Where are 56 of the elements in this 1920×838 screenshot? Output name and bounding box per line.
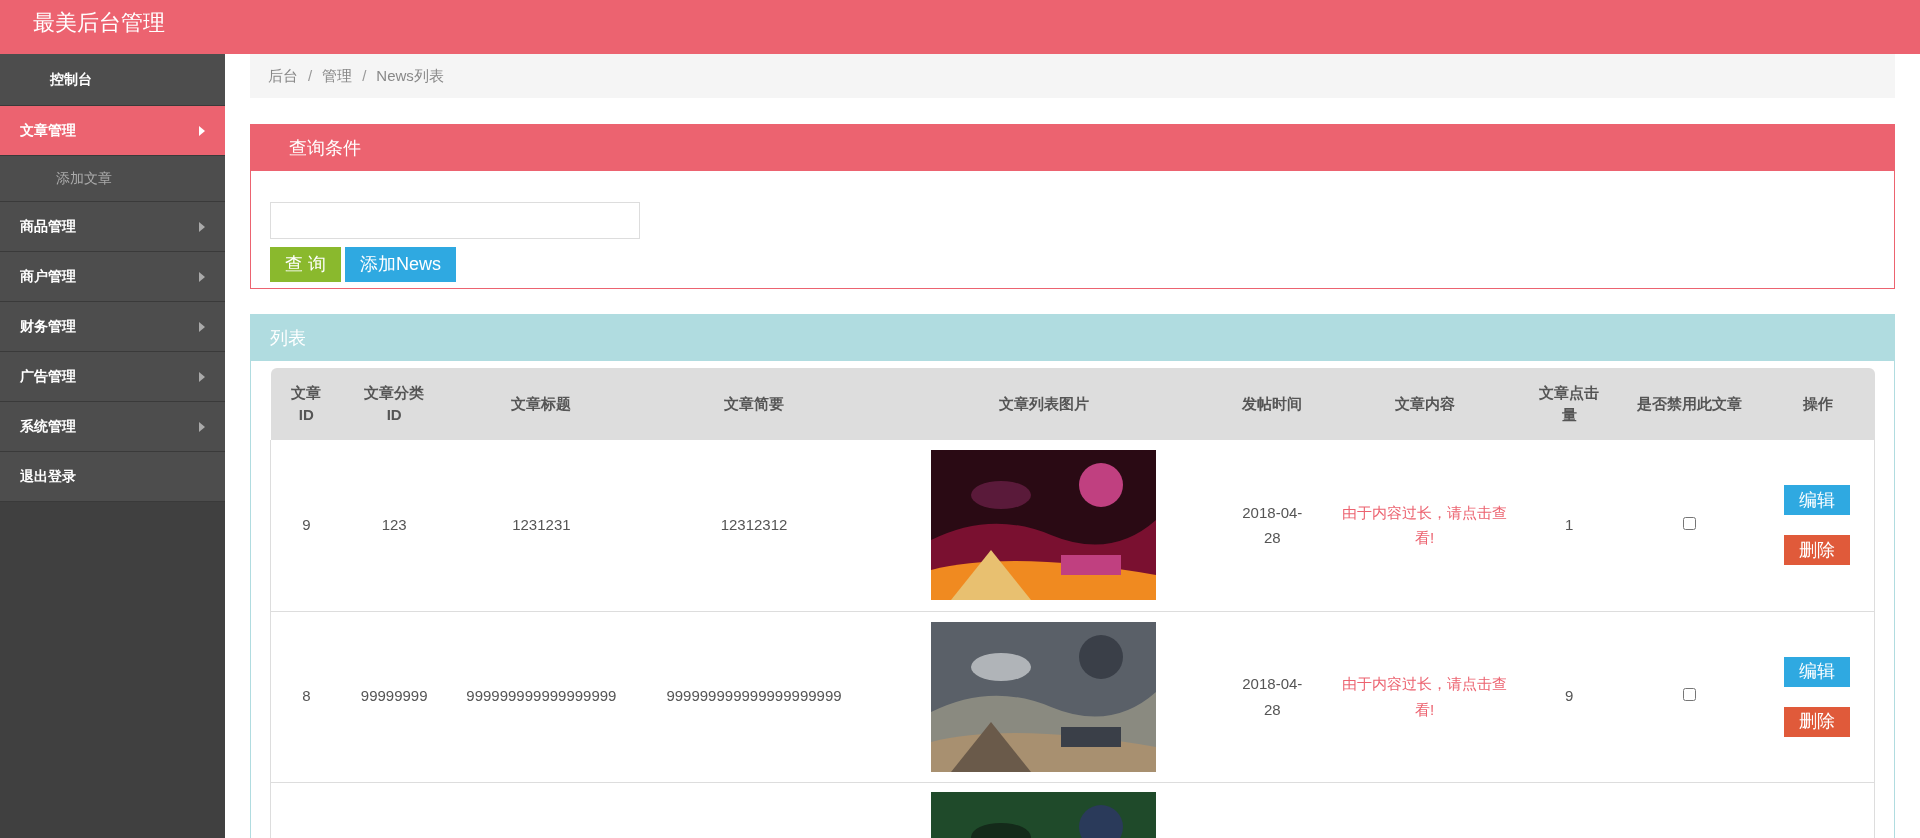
- sidebar-item[interactable]: 广告管理: [0, 352, 225, 402]
- column-header: 文章ID: [290, 382, 323, 425]
- table-cell: 1231231: [512, 516, 571, 533]
- app-title: 最美后台管理: [33, 10, 165, 35]
- column-header: 文章分类ID: [363, 382, 426, 425]
- separator-text: /: [308, 65, 313, 86]
- caret-icon: [199, 321, 205, 332]
- content-link[interactable]: 由于内容过长，请点击查看!: [1334, 499, 1515, 551]
- sidebar-item[interactable]: 系统管理: [0, 402, 225, 452]
- table-cell: 123: [381, 516, 407, 533]
- table-cell: 8: [302, 687, 311, 705]
- breadcrumb-current: News列表: [376, 65, 444, 86]
- checkbox[interactable]: [1682, 688, 1696, 702]
- sidebar-item[interactable]: 退出登录: [0, 452, 225, 502]
- breadcrumb-link[interactable]: 管理: [322, 64, 353, 88]
- search-button[interactable]: 查 询: [270, 247, 341, 282]
- caret-icon: [199, 421, 205, 432]
- breadcrumb-link[interactable]: 后台: [268, 64, 298, 88]
- search-field[interactable]: [270, 202, 640, 239]
- edit-button[interactable]: 编辑: [1784, 656, 1851, 687]
- add-button[interactable]: 添加News: [345, 247, 457, 282]
- sidebar-item[interactable]: 商户管理: [0, 252, 225, 302]
- caret-icon: [199, 221, 205, 232]
- column-header: 文章点击量: [1538, 382, 1601, 425]
- caret-icon: [199, 125, 205, 136]
- panel-title: 查询条件: [289, 136, 361, 160]
- panel-title: 列表: [270, 326, 306, 350]
- table-cell-text: 2018-04-28: [1241, 674, 1304, 720]
- sidebar-item[interactable]: 添加文章: [0, 156, 225, 202]
- delete-button[interactable]: 删除: [1784, 535, 1851, 566]
- sidebar-item[interactable]: 控制台: [0, 54, 225, 106]
- caret-icon: [199, 371, 205, 382]
- caret-icon: [199, 271, 205, 282]
- content-link[interactable]: 由于内容过长，请点击查看!: [1334, 671, 1515, 722]
- table-cell: 999999999999999999999: [666, 687, 842, 705]
- column-header: 操作: [1802, 393, 1833, 414]
- column-header: 发帖时间: [1242, 393, 1303, 414]
- sidebar-item[interactable]: 商品管理: [0, 202, 225, 252]
- separator-text: /: [362, 65, 367, 86]
- table-cell: 999999999999999999: [466, 687, 617, 705]
- column-header: 文章标题: [511, 393, 572, 414]
- table-cell: 9: [302, 516, 311, 533]
- column-header: 文章列表图片: [998, 393, 1089, 414]
- column-header: 文章简要: [724, 393, 784, 414]
- sidebar-item[interactable]: 文章管理: [0, 106, 225, 156]
- table-cell: 99999999: [360, 687, 428, 705]
- table-cell: 1: [1565, 516, 1574, 533]
- column-header: 文章内容: [1394, 393, 1455, 414]
- checkbox[interactable]: [1682, 517, 1696, 530]
- column-header: 是否禁用此文章: [1636, 393, 1742, 414]
- sidebar-item[interactable]: 财务管理: [0, 302, 225, 352]
- delete-button[interactable]: 删除: [1784, 706, 1851, 737]
- table-cell: 9: [1565, 687, 1574, 705]
- edit-button[interactable]: 编辑: [1784, 485, 1851, 516]
- table-cell: 12312312: [720, 516, 788, 533]
- table-cell-text: 2018-04-28: [1241, 502, 1304, 549]
